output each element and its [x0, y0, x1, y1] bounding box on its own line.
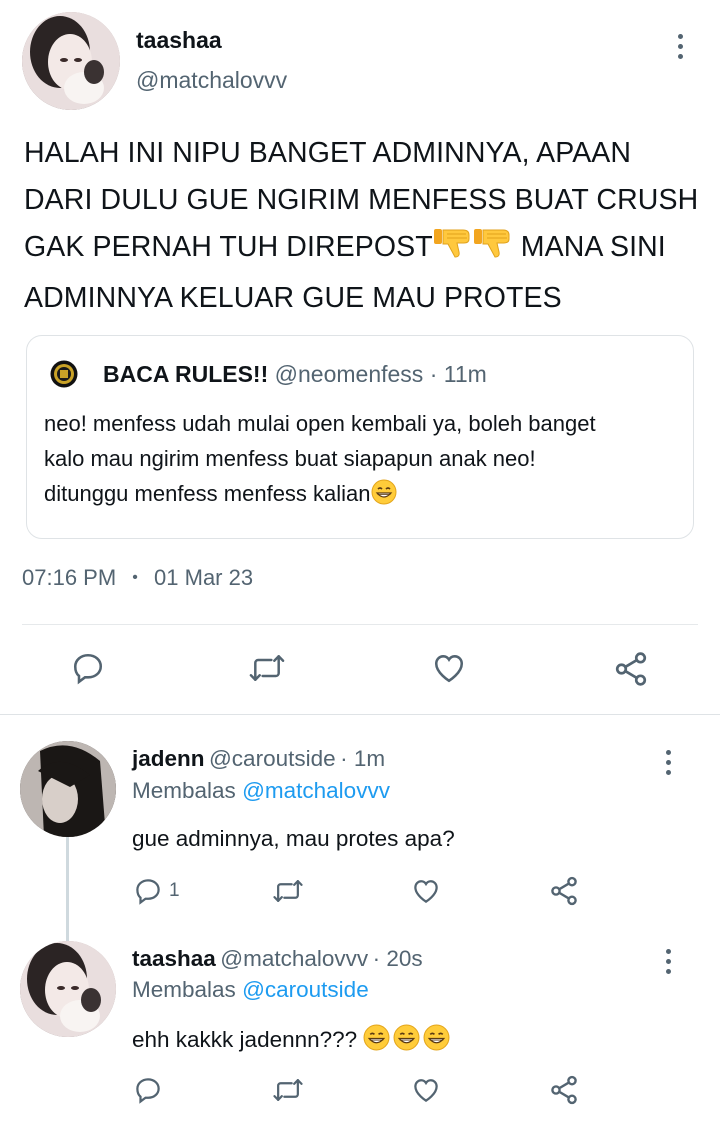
avatar[interactable] [20, 741, 116, 837]
separator-dot: • [132, 569, 138, 586]
reply-text: gue adminnya, mau protes apa? [132, 826, 455, 851]
like-icon[interactable] [410, 1075, 442, 1110]
more-options-icon[interactable] [664, 750, 672, 775]
reply-text: ehh kakkk jadennn??? [132, 1024, 450, 1057]
share-icon[interactable] [612, 650, 650, 693]
reply-text-content: ehh kakkk jadennn??? [132, 1027, 358, 1052]
avatar-image [20, 941, 116, 1037]
avatar-image [22, 12, 120, 110]
reply-author-handle[interactable]: @caroutside [209, 746, 336, 771]
share-icon[interactable] [548, 875, 580, 912]
quoted-avatar [50, 360, 78, 388]
quoted-author-handle: @neomenfess [274, 361, 424, 387]
more-options-icon[interactable] [664, 949, 672, 974]
reply-author-name[interactable]: taashaa [132, 946, 216, 971]
reply-icon[interactable] [133, 876, 163, 911]
avatar[interactable] [22, 12, 120, 110]
reply-author-handle[interactable]: @matchalovvv [220, 946, 368, 971]
reply-header: taashaa @matchalovvv · 20s [132, 946, 423, 972]
quoted-line-part: ditunggu menfess menfess kalian [44, 481, 371, 506]
tweet-line-part: MANA SINI [512, 231, 666, 263]
retweet-icon[interactable] [272, 1075, 304, 1110]
avatar[interactable] [20, 941, 116, 1037]
thumbs-down-icon [473, 226, 513, 275]
more-options-icon[interactable] [676, 34, 684, 59]
grinning-face-icon [393, 1024, 420, 1057]
reply-time: · 20s [372, 946, 423, 971]
reply-time: · 1m [340, 746, 386, 771]
date: 01 Mar 23 [154, 565, 254, 590]
tweet-line: ADMINNYA KELUAR GUE MAU PROTES [24, 282, 562, 314]
divider [22, 624, 698, 625]
tweet-line-part: GAK PERNAH TUH DIREPOST [24, 231, 433, 263]
thumbs-down-icon [433, 226, 473, 275]
author-handle[interactable]: @matchalovvv [136, 67, 287, 94]
retweet-icon[interactable] [248, 650, 286, 691]
timestamp[interactable]: 07:16 PM • 01 Mar 23 [22, 565, 253, 591]
reply-icon[interactable] [70, 650, 106, 691]
grinning-face-icon [423, 1024, 450, 1057]
time: 07:16 PM [22, 565, 117, 590]
replying-to: Membalas @matchalovvv [132, 778, 390, 804]
quoted-author-name: BACA RULES!! [103, 361, 269, 387]
quoted-line: neo! menfess udah mulai open kembali ya,… [44, 411, 596, 436]
replying-to-link[interactable]: @matchalovvv [242, 778, 390, 803]
author-name[interactable]: taashaa [136, 27, 222, 54]
replying-to-prefix: Membalas [132, 778, 236, 803]
replying-to-prefix: Membalas [132, 977, 236, 1002]
reply-icon[interactable] [133, 1075, 163, 1110]
quoted-text: neo! menfess udah mulai open kembali ya,… [44, 406, 684, 515]
tweet-line: HALAH INI NIPU BANGET ADMINNYA, APAAN [24, 137, 632, 169]
share-icon[interactable] [548, 1074, 580, 1111]
avatar-image [20, 741, 116, 837]
replying-to: Membalas @caroutside [132, 977, 369, 1003]
like-icon[interactable] [410, 876, 442, 911]
replying-to-link[interactable]: @caroutside [242, 977, 369, 1002]
quoted-line: kalo mau ngirim menfess buat siapapun an… [44, 446, 536, 471]
quoted-time: · 11m [429, 361, 487, 387]
reply-count: 1 [169, 880, 180, 901]
like-icon[interactable] [430, 650, 468, 691]
tweet-text: HALAH INI NIPU BANGET ADMINNYA, APAAN DA… [24, 130, 714, 322]
quoted-header: BACA RULES!! @neomenfess · 11m [103, 361, 487, 388]
reply-author-name[interactable]: jadenn [132, 746, 205, 771]
tweet-line: DARI DULU GUE NGIRIM MENFESS BUAT CRUSH [24, 184, 699, 216]
grinning-face-icon [363, 1024, 390, 1057]
divider [0, 714, 720, 715]
thread-line [66, 835, 69, 943]
quoted-line: ditunggu menfess menfess kalian [44, 476, 684, 515]
reply-header: jadenn @caroutside · 1m [132, 746, 385, 772]
retweet-icon[interactable] [272, 876, 304, 911]
tweet-line: GAK PERNAH TUH DIREPOST MANA SINI [24, 224, 714, 275]
grinning-face-icon [371, 479, 397, 515]
